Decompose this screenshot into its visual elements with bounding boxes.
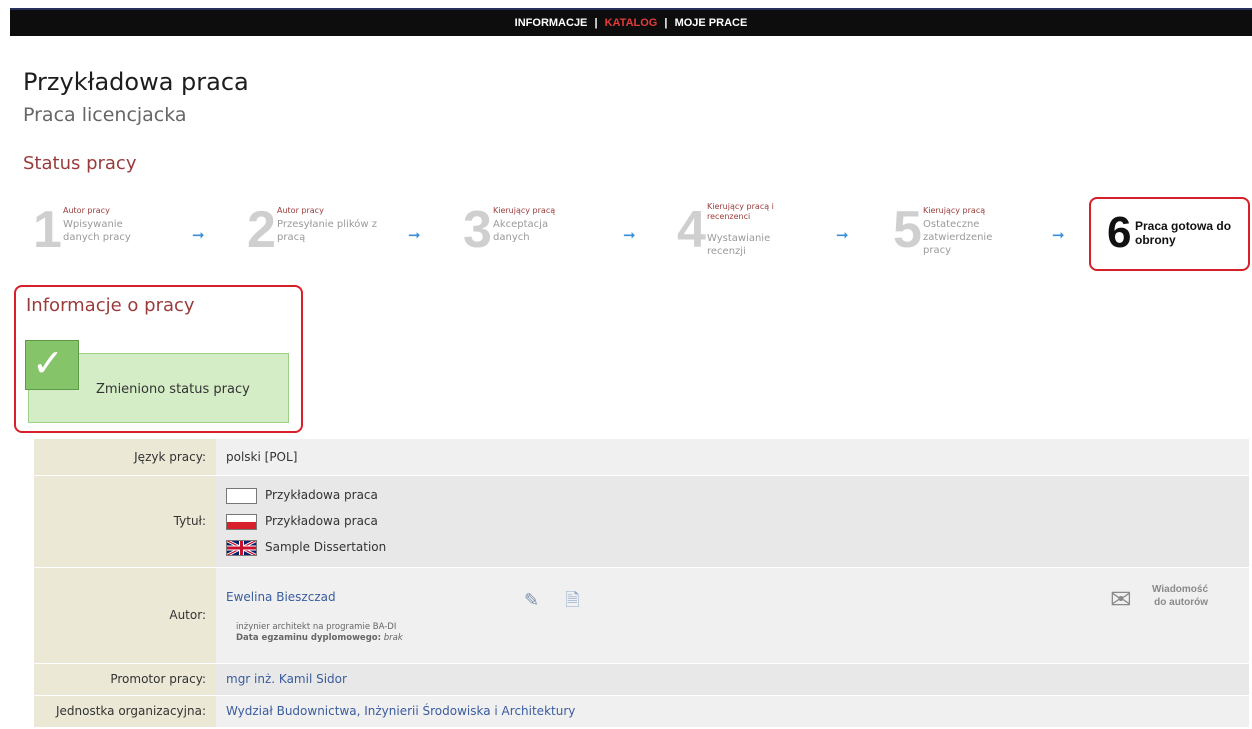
author-link[interactable]: Ewelina Bieszczad — [226, 590, 336, 604]
language-value: polski [POL] — [216, 439, 1249, 476]
step-arrow-icon: ➞ — [192, 226, 205, 244]
table-row: Promotor pracy: mgr inż. Kamil Sidor — [34, 663, 1249, 696]
step-arrow-icon: ➞ — [623, 226, 636, 244]
message-label-line-1: Wiadomość — [1152, 584, 1209, 595]
title-text: Przykładowa praca — [265, 514, 378, 528]
work-details-table: Język pracy: polski [POL] Tytuł: Przykła… — [34, 439, 1249, 728]
generic-flag-icon — [226, 487, 257, 504]
final-step-label: Praca gotowa do obrony — [1135, 219, 1232, 247]
title-polish: Przykładowa praca — [226, 508, 1249, 534]
author-program: inżynier architekt na programie BA-DI — [236, 621, 397, 632]
unit-label: Jednostka organizacyjna: — [34, 695, 216, 728]
page-title: Przykładowa praca — [23, 68, 249, 96]
message-authors-label: Wiadomość do autorów — [1152, 583, 1208, 609]
supervisor-label: Promotor pracy: — [34, 663, 216, 696]
title-text: Sample Dissertation — [265, 540, 387, 554]
status-step-2: 2 Autor pracy Przesyłanie plików z pracą — [247, 200, 397, 270]
unit-link[interactable]: Wydział Budownictwa, Inżynierii Środowis… — [226, 704, 575, 718]
edit-note-icon[interactable]: ✎ — [524, 590, 546, 611]
nav-separator: | — [594, 17, 598, 29]
step-description: Akceptacja danych — [493, 219, 549, 243]
nav-separator: | — [664, 17, 668, 29]
step-number: 2 — [247, 201, 276, 259]
step-actor: Kierujący pracą — [923, 206, 986, 215]
titles-cell: Przykładowa praca Przykładowa praca Samp… — [216, 475, 1249, 568]
title-english: Sample Dissertation — [226, 534, 1249, 560]
title-text: Przykładowa praca — [265, 488, 378, 502]
author-label: Autor: — [34, 567, 216, 664]
nav-moje-prace[interactable]: MOJE PRACE — [675, 17, 748, 29]
status-step-1: 1 Autor pracy Wpisywanie danych pracy — [33, 200, 183, 270]
author-actions: ✎ 🗎 — [524, 588, 580, 611]
exam-date-label: Data egzaminu dyplomowego: — [236, 632, 382, 643]
table-row: Autor: Ewelina Bieszczad inżynier archit… — [34, 567, 1249, 664]
table-row: Tytuł: Przykładowa praca Przykładowa pra… — [34, 475, 1249, 568]
step-arrow-icon: ➞ — [836, 226, 849, 244]
step-actor: Autor pracy — [277, 206, 324, 215]
language-label: Język pracy: — [34, 439, 216, 476]
step-number: 3 — [463, 201, 492, 259]
step-description: Wystawianie recenzji — [707, 233, 771, 257]
page-subtitle: Praca licencjacka — [23, 104, 187, 126]
exam-date-value: brak — [383, 632, 403, 643]
polish-flag-icon — [226, 513, 257, 530]
step-number: 5 — [893, 201, 922, 259]
supervisor-link[interactable]: mgr inż. Kamil Sidor — [226, 672, 347, 686]
status-step-3: 3 Kierujący pracą Akceptacja danych — [463, 200, 613, 270]
status-changed-notification: ✓ Zmieniono status pracy — [25, 340, 289, 423]
nav-katalog[interactable]: KATALOG — [605, 17, 658, 29]
status-step-5: 5 Kierujący pracą Ostateczne zatwierdzen… — [893, 200, 1043, 270]
top-navigation-bar: INFORMACJE | KATALOG | MOJE PRACE — [10, 8, 1252, 36]
status-section-title: Status pracy — [23, 153, 137, 174]
step-number: 1 — [33, 201, 62, 259]
notification-message: Zmieniono status pracy — [96, 382, 250, 397]
step-actor: Autor pracy — [63, 206, 110, 215]
step-number: 6 — [1107, 208, 1132, 257]
title-generic: Przykładowa praca — [226, 482, 1249, 508]
unit-cell: Wydział Budownictwa, Inżynierii Środowis… — [216, 695, 1249, 728]
step-description: Przesyłanie plików z pracą — [277, 219, 377, 243]
step-arrow-icon: ➞ — [1052, 226, 1065, 244]
table-row: Język pracy: polski [POL] — [34, 439, 1249, 476]
envelope-icon: ✉ — [1110, 585, 1132, 615]
step-description: Wpisywanie danych pracy — [63, 219, 131, 243]
checkmark-icon: ✓ — [32, 341, 64, 385]
uk-flag-icon — [226, 539, 257, 556]
info-section-title: Informacje o pracy — [26, 295, 195, 316]
step-actor: Kierujący pracą i recenzenci — [707, 202, 774, 221]
nav-informacje[interactable]: INFORMACJE — [515, 17, 588, 29]
message-label-line-2: do autorów — [1154, 597, 1209, 608]
work-info-panel: Informacje o pracy ✓ Zmieniono status pr… — [14, 285, 303, 433]
exam-date-line: Data egzaminu dyplomowego: brak — [226, 633, 1249, 644]
step-description: Ostateczne zatwierdzenie pracy — [923, 219, 993, 256]
top-nav: INFORMACJE | KATALOG | MOJE PRACE — [10, 10, 1252, 36]
document-icon[interactable]: 🗎 — [565, 588, 579, 611]
author-cell: Ewelina Bieszczad inżynier architekt na … — [216, 567, 1249, 664]
step-arrow-icon: ➞ — [408, 226, 421, 244]
step-number: 4 — [677, 201, 706, 259]
supervisor-cell: mgr inż. Kamil Sidor — [216, 663, 1249, 696]
status-step-4: 4 Kierujący pracą i recenzenci Wystawian… — [677, 200, 827, 270]
title-label: Tytuł: — [34, 475, 216, 568]
table-row: Jednostka organizacyjna: Wydział Budowni… — [34, 695, 1249, 728]
status-step-6-highlight: 6 Praca gotowa do obrony — [1089, 197, 1250, 271]
checkbox-icon: ✓ — [25, 340, 79, 390]
step-actor: Kierujący pracą — [493, 206, 556, 215]
